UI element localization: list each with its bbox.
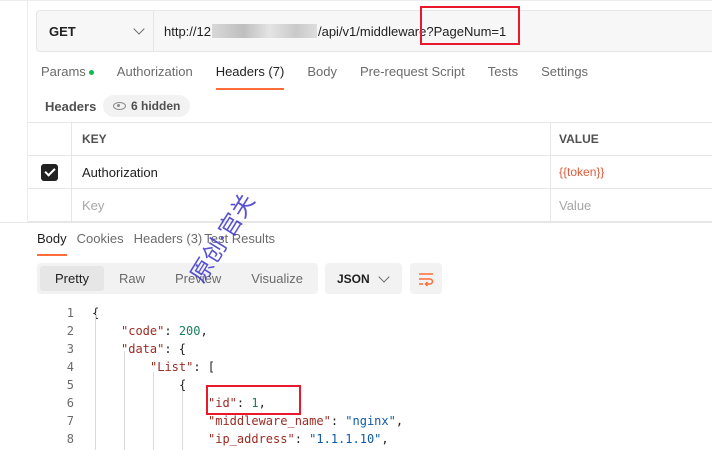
code-text: "ip_address": "1.1.1.10",: [208, 432, 389, 446]
table-row-new: Key Value: [28, 189, 712, 222]
code-token: "List": [150, 360, 194, 374]
code-token: :: [330, 414, 346, 428]
wrap-lines-button[interactable]: [410, 263, 442, 294]
tab-params[interactable]: Params: [41, 64, 94, 90]
row-check-cell: [28, 156, 72, 188]
table-row: Authorization {{token}}: [28, 156, 712, 189]
code-token: "nginx": [345, 414, 396, 428]
view-mode-segment: Pretty Raw Preview Visualize: [37, 263, 318, 294]
indent-guide: [153, 372, 154, 450]
column-value: VALUE: [559, 132, 599, 146]
header-key-field[interactable]: Authorization: [72, 156, 551, 188]
method-select[interactable]: GET: [37, 11, 154, 51]
line-number: 2: [66, 324, 74, 338]
tab-params-label: Params: [41, 64, 86, 79]
code-token: ,: [200, 324, 208, 338]
tab-authorization[interactable]: Authorization: [117, 64, 193, 90]
headers-table: KEY VALUE Authorization {{token}} Key Va…: [28, 122, 712, 222]
url-prefix: http://12: [164, 23, 211, 39]
line-number: 1: [66, 306, 74, 320]
header-enabled-checkbox[interactable]: [41, 163, 58, 181]
line-number: 6: [66, 396, 74, 410]
code-token: "1.1.1.10": [309, 432, 382, 446]
eye-icon: [113, 102, 126, 110]
code-token: ,: [395, 414, 404, 428]
params-active-dot: [88, 70, 94, 76]
new-value-input[interactable]: Value: [551, 189, 712, 221]
code-text: "List": [: [150, 360, 215, 374]
tab-settings[interactable]: Settings: [541, 64, 588, 90]
header-check-column: [28, 123, 72, 155]
tab-body[interactable]: Body: [307, 64, 337, 90]
code-token: "ip_address": [208, 432, 295, 446]
chevron-down-icon: [133, 23, 145, 35]
code-line: 2 "code": 200,: [0, 324, 712, 342]
code-token: {: [179, 378, 187, 392]
wrap-lines-icon: [419, 272, 434, 287]
table-header-row: KEY VALUE: [28, 123, 712, 156]
tab-response-headers[interactable]: Headers (3): [134, 231, 203, 246]
view-raw[interactable]: Raw: [104, 266, 160, 291]
tab-response-body[interactable]: Body: [37, 231, 67, 256]
headers-section-label: Headers: [45, 99, 97, 114]
url-bar: GET http://12/api/v1/middleware?PageNum=…: [36, 10, 712, 52]
code-token: :: [164, 324, 179, 338]
view-pretty[interactable]: Pretty: [40, 266, 104, 291]
code-text: "code": 200,: [121, 324, 208, 338]
row-check-cell-empty: [28, 189, 72, 221]
format-select[interactable]: JSON: [325, 263, 402, 294]
method-label: GET: [49, 23, 76, 39]
chevron-down-icon: [378, 270, 390, 283]
top-border: [0, 0, 712, 1]
indent-guide: [124, 351, 125, 450]
view-visualize[interactable]: Visualize: [236, 266, 318, 291]
new-key-input[interactable]: Key: [72, 189, 551, 221]
code-token: : [: [193, 360, 216, 374]
code-line: 4 "List": [: [0, 360, 712, 378]
line-number: 5: [66, 378, 74, 392]
response-tabs: Body Cookies Headers (3) Test Results: [37, 231, 285, 256]
code-token: : {: [164, 342, 187, 356]
code-line: 7 "middleware_name": "nginx",: [0, 414, 712, 432]
code-token: ,: [381, 432, 389, 446]
request-tabs: Params Authorization Headers (7) Body Pr…: [41, 64, 611, 90]
code-text: "middleware_name": "nginx",: [208, 414, 403, 428]
column-key: KEY: [72, 123, 551, 155]
code-line: 1{: [0, 306, 712, 324]
header-value-field[interactable]: {{token}}: [551, 156, 712, 188]
hidden-headers-count: 6 hidden: [131, 99, 181, 113]
code-line: 8 "ip_address": "1.1.1.10",: [0, 432, 712, 450]
code-line: 5{: [0, 378, 712, 396]
hidden-headers-toggle[interactable]: 6 hidden: [103, 95, 191, 117]
highlight-box-pagenum: [420, 6, 520, 45]
code-token: 200: [178, 324, 201, 338]
tab-tests[interactable]: Tests: [488, 64, 518, 90]
code-text: "data": {: [121, 342, 186, 356]
redacted-host: [211, 24, 317, 38]
code-text: {: [179, 378, 186, 392]
code-line: 3 "data": {: [0, 342, 712, 360]
tab-pre-request-script[interactable]: Pre-request Script: [360, 64, 465, 90]
tab-response-cookies[interactable]: Cookies: [77, 231, 124, 246]
highlight-box-id: [206, 385, 301, 415]
line-number: 3: [66, 342, 74, 356]
code-token: :: [294, 432, 310, 446]
line-number: 4: [66, 360, 74, 374]
line-number: 8: [66, 432, 74, 446]
tab-headers[interactable]: Headers (7): [215, 64, 284, 90]
line-number: 7: [66, 414, 74, 428]
code-token: "middleware_name": [208, 414, 331, 428]
response-divider: [0, 222, 712, 223]
indent-guide: [95, 315, 96, 450]
code-token: "data": [121, 342, 165, 356]
indent-guide: [182, 391, 183, 450]
code-token: "code": [121, 324, 165, 338]
code-line: 6 "id": 1,: [0, 396, 712, 414]
format-label: JSON: [337, 271, 370, 286]
